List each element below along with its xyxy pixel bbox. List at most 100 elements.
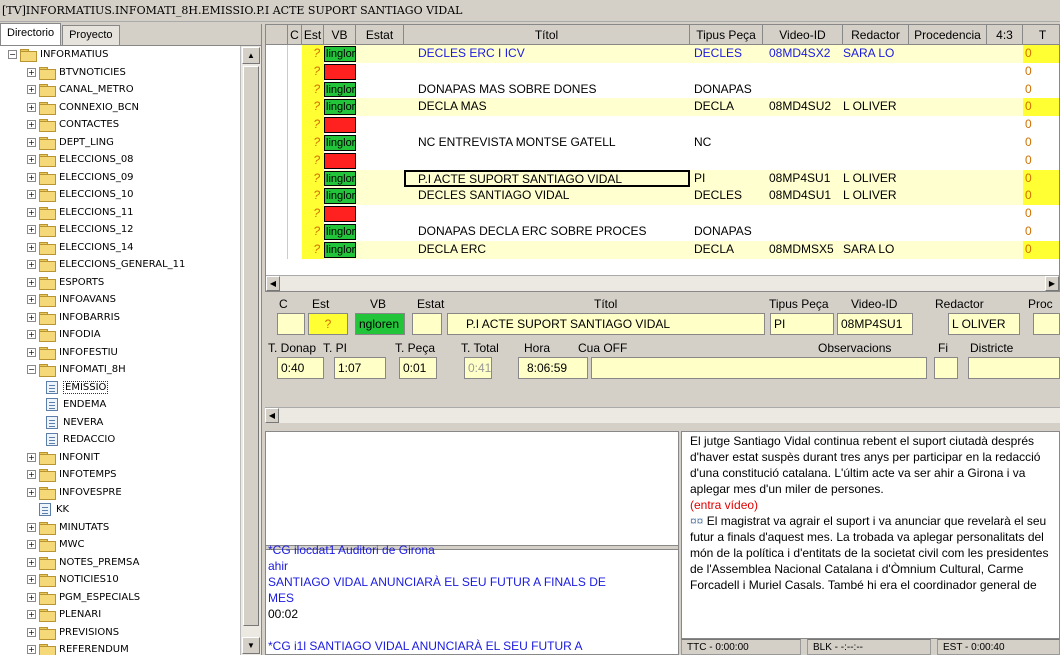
field-c[interactable] <box>277 313 305 335</box>
tree-item[interactable]: + CONNEXIO_BCN <box>0 99 240 117</box>
column-header[interactable]: Est <box>302 25 324 45</box>
vb-status-badge[interactable]: linglor <box>324 241 356 258</box>
expand-icon[interactable]: + <box>27 260 36 270</box>
expand-icon[interactable]: + <box>27 522 36 532</box>
field-estat[interactable] <box>412 313 442 335</box>
tree-item[interactable]: + INFOVESPRE <box>0 484 240 502</box>
tree-scrollbar[interactable]: ▲ ▼ <box>240 46 261 655</box>
field-redactor[interactable]: L OLIVER <box>948 313 1020 335</box>
column-header[interactable]: Estat <box>356 25 404 45</box>
expand-icon[interactable]: + <box>27 225 36 235</box>
column-header[interactable]: VB <box>324 25 356 45</box>
tree-item[interactable]: + INFOAVANS <box>0 291 240 309</box>
field-fi[interactable] <box>934 357 958 379</box>
expand-icon[interactable]: + <box>27 155 36 165</box>
tree-item[interactable]: + CONTACTES <box>0 116 240 134</box>
column-header[interactable]: Redactor <box>843 25 909 45</box>
expand-icon[interactable]: + <box>27 102 36 112</box>
tree-item[interactable]: + INFONIT <box>0 449 240 467</box>
tree-item[interactable]: + ELECCIONS_10 <box>0 186 240 204</box>
expand-icon[interactable]: + <box>27 592 36 602</box>
tree-item[interactable]: + INFOTEMPS <box>0 466 240 484</box>
collapse-icon[interactable]: − <box>8 50 17 60</box>
scroll-thumb[interactable] <box>243 66 259 626</box>
vb-status-badge[interactable]: linglor <box>324 170 356 187</box>
table-row[interactable]: ? linglor DECLA MAS DECLA 08MD4SU2 L OLIVER 0 <box>266 98 1059 117</box>
table-row[interactable]: ? linglor DECLES SANTIAGO VIDAL DECLES 08MD4… <box>266 187 1059 206</box>
tree-item[interactable]: + ELECCIONS_14 <box>0 239 240 257</box>
expand-icon[interactable]: + <box>27 487 36 497</box>
table-row[interactable]: ? 0 <box>266 62 1059 81</box>
table-row[interactable]: ? 0 <box>266 151 1059 170</box>
tree-item[interactable]: + MWC <box>0 536 240 554</box>
vb-status-badge[interactable]: linglor <box>324 188 356 205</box>
collapse-icon[interactable]: − <box>27 365 36 375</box>
field-ttotal[interactable]: 0:41 <box>464 357 492 379</box>
table-row[interactable]: ? linglor DECLES ERC I ICV DECLES 08MD4SX2 SA… <box>266 45 1059 63</box>
expand-icon[interactable]: + <box>27 627 36 637</box>
tree-item[interactable]: − INFORMATIUS <box>0 46 240 64</box>
vb-status-badge[interactable] <box>324 152 356 169</box>
column-header[interactable]: 4:3 <box>987 25 1023 45</box>
expand-icon[interactable]: + <box>27 557 36 567</box>
tree-item[interactable]: + DEPT_LING <box>0 134 240 152</box>
tree-item[interactable]: KK <box>0 501 240 519</box>
tree-item[interactable]: + CANAL_METRO <box>0 81 240 99</box>
field-tipus[interactable]: PI <box>770 313 834 335</box>
field-proc[interactable] <box>1033 313 1060 335</box>
column-header[interactable]: C <box>288 25 302 45</box>
field-tdonap[interactable]: 0:40 <box>277 357 324 379</box>
tree-item[interactable]: + BTVNOTICIES <box>0 64 240 82</box>
scroll-down-icon[interactable]: ▼ <box>242 637 260 654</box>
expand-icon[interactable]: + <box>27 67 36 77</box>
scroll-left-icon[interactable]: ◀ <box>266 276 280 291</box>
table-row[interactable]: ? linglor DONAPAS DECLA ERC SOBRE PROCES DO… <box>266 222 1059 241</box>
vb-status-badge[interactable]: linglor <box>324 81 356 98</box>
column-header[interactable]: Video-ID <box>763 25 843 45</box>
tree-item[interactable]: + PGM_ESPECIALS <box>0 589 240 607</box>
tree-item[interactable]: REDACCIO <box>0 431 240 449</box>
column-header[interactable]: Títol <box>404 25 690 45</box>
field-districte[interactable] <box>968 357 1060 379</box>
tree-item[interactable]: + ESPORTS <box>0 274 240 292</box>
table-row[interactable]: ? linglor NC ENTREVISTA MONTSE GATELL NC 0 <box>266 133 1059 152</box>
detail-scroll-left-icon[interactable]: ◀ <box>265 408 279 423</box>
vb-status-badge[interactable]: linglor <box>324 223 356 240</box>
tree-item[interactable]: + ELECCIONS_GENERAL_11 <box>0 256 240 274</box>
expand-icon[interactable]: + <box>27 540 36 550</box>
script-text-pane[interactable]: El jutge Santiago Vidal continua rebent … <box>681 431 1060 639</box>
expand-icon[interactable]: + <box>27 347 36 357</box>
table-row[interactable]: ? linglor DONAPAS MAS SOBRE DONES DONAPAS 0 <box>266 80 1059 99</box>
tree-item[interactable]: NEVERA <box>0 414 240 432</box>
table-row[interactable]: ? 0 <box>266 116 1059 134</box>
field-video[interactable]: 08MP4SU1 <box>837 313 913 335</box>
expand-icon[interactable]: + <box>27 207 36 217</box>
field-vb[interactable]: ngloren <box>355 313 405 335</box>
expand-icon[interactable]: + <box>27 452 36 462</box>
tree-item[interactable]: − INFOMATI_8H <box>0 361 240 379</box>
field-hora[interactable]: 8:06:59 <box>518 357 588 379</box>
tree-item[interactable]: + PLENARI <box>0 606 240 624</box>
tree-item[interactable]: + ELECCIONS_12 <box>0 221 240 239</box>
vb-status-badge[interactable] <box>324 63 356 80</box>
expand-icon[interactable]: + <box>27 645 36 655</box>
table-row[interactable]: ? linglor P.I ACTE SUPORT SANTIAGO VIDAL PI… <box>266 169 1059 188</box>
tree-item[interactable]: EMISSIO <box>0 379 240 397</box>
scroll-right-icon[interactable]: ▶ <box>1045 276 1059 291</box>
field-titol[interactable]: P.I ACTE SUPORT SANTIAGO VIDAL <box>447 313 765 335</box>
tree-item[interactable]: + REFERENDUM <box>0 641 240 655</box>
vb-status-badge[interactable]: linglor <box>324 134 356 151</box>
field-cuaoff-obs[interactable] <box>591 357 927 379</box>
tree-item[interactable]: + ELECCIONS_11 <box>0 204 240 222</box>
expand-icon[interactable]: + <box>27 277 36 287</box>
field-tpi[interactable]: 1:07 <box>334 357 386 379</box>
expand-icon[interactable]: + <box>27 190 36 200</box>
expand-icon[interactable]: + <box>27 137 36 147</box>
tab-proyecto[interactable]: Proyecto <box>62 25 120 45</box>
expand-icon[interactable]: + <box>27 330 36 340</box>
table-row[interactable]: ? 0 <box>266 205 1059 223</box>
table-row[interactable]: ? linglor DECLA ERC DECLA 08MDMSX5 SARA LO 0 <box>266 240 1059 259</box>
tree-item[interactable]: + INFOBARRIS <box>0 309 240 327</box>
tree-item[interactable]: + NOTICIES10 <box>0 571 240 589</box>
column-header[interactable]: Tipus Peça <box>690 25 763 45</box>
